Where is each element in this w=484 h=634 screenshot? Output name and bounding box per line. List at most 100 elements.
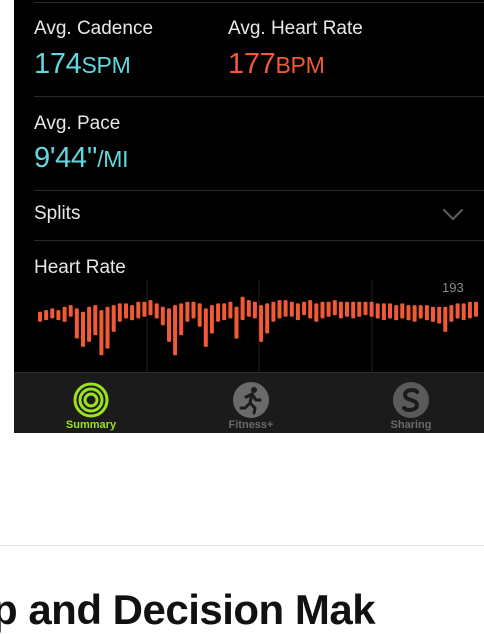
heart-rate-sample — [252, 301, 257, 319]
running-figure-icon — [233, 382, 269, 418]
heart-rate-sample — [124, 303, 128, 319]
heart-rate-sample — [44, 310, 49, 321]
heart-rate-sample — [111, 305, 116, 332]
heart-rate-sample — [154, 303, 159, 319]
article-divider — [0, 545, 484, 546]
heart-rate-sample — [209, 305, 214, 334]
heart-rate-sample — [117, 303, 122, 322]
heart-rate-sample — [265, 303, 270, 334]
splits-label: Splits — [34, 203, 81, 224]
heart-rate-sample — [203, 308, 208, 347]
heart-rate-sample — [68, 305, 73, 317]
heart-rate-sample — [50, 308, 55, 319]
heart-rate-sample — [474, 301, 478, 317]
heart-rate-sample — [431, 306, 435, 322]
avg-heart-rate-label: Avg. Heart Rate — [228, 18, 363, 39]
heart-rate-sample — [437, 306, 442, 324]
heart-rate-sample — [222, 303, 227, 321]
splits-row[interactable]: Splits — [14, 191, 484, 240]
heart-rate-sample — [302, 301, 307, 316]
heart-rate-sample — [99, 310, 104, 356]
heart-rate-sample — [375, 303, 380, 319]
heart-rate-sample — [357, 301, 362, 317]
heart-rate-sample — [136, 301, 141, 319]
heart-rate-chart-label: Heart Rate — [34, 257, 126, 278]
avg-pace-label: Avg. Pace — [34, 113, 121, 134]
heart-rate-sample — [87, 306, 92, 342]
tab-sharing-label: Sharing — [390, 419, 432, 431]
heart-rate-sample — [74, 308, 79, 339]
avg-heart-rate-value: 177BPM — [228, 48, 325, 81]
heart-rate-sample — [197, 303, 202, 327]
heart-rate-sample — [369, 301, 374, 317]
heart-rate-sample — [388, 303, 392, 319]
heart-rate-sample — [412, 305, 417, 322]
heart-rate-sample — [455, 303, 460, 319]
heart-rate-sample — [289, 301, 294, 317]
heart-rate-sample — [93, 305, 98, 336]
heart-rate-sample — [185, 301, 190, 322]
heart-rate-sample — [148, 300, 153, 316]
heart-rate-sample — [191, 301, 196, 319]
heart-rate-sample — [142, 301, 147, 317]
tab-summary-label: Summary — [65, 419, 117, 431]
heart-rate-sample — [38, 311, 42, 322]
avg-cadence-number: 174 — [34, 48, 82, 80]
article-heading: p and Decision Mak — [0, 586, 376, 633]
heart-rate-sample — [314, 303, 319, 322]
top-divider — [34, 2, 484, 3]
heart-rate-sample — [424, 305, 429, 321]
tab-bar: Summary Fitness+ Sharing — [14, 372, 484, 433]
heart-rate-sample — [400, 303, 405, 319]
heart-rate-sample — [240, 296, 245, 321]
heart-rate-sample — [338, 301, 343, 319]
tab-fitness-plus[interactable]: Fitness+ — [196, 373, 306, 433]
sharing-s-icon — [393, 382, 429, 418]
avg-pace-unit: /MI — [97, 146, 129, 172]
heart-rate-sample — [394, 305, 399, 321]
heart-rate-sample — [216, 303, 221, 322]
tab-sharing[interactable]: Sharing — [356, 373, 466, 433]
heart-rate-sample — [326, 301, 331, 317]
avg-cadence-label: Avg. Cadence — [34, 18, 154, 39]
heart-rate-sample — [271, 301, 276, 322]
heart-rate-sample — [56, 310, 61, 321]
heart-rate-sample — [167, 308, 171, 342]
heart-rate-sample — [259, 305, 264, 342]
heart-rate-sample — [62, 306, 67, 322]
heart-rate-sample — [345, 301, 349, 317]
avg-cadence-value: 174SPM — [34, 48, 131, 81]
tab-summary[interactable]: Summary — [36, 373, 146, 433]
avg-cadence-unit: SPM — [81, 52, 131, 78]
heart-rate-sample — [320, 301, 325, 319]
avg-heart-rate-number: 177 — [228, 48, 276, 80]
heart-rate-sample — [277, 300, 282, 319]
heart-rate-chart-series — [38, 296, 478, 356]
heart-rate-sample — [418, 305, 423, 319]
heart-rate-sample — [351, 301, 356, 319]
avg-pace-number: 9'44'' — [34, 142, 98, 174]
heart-rate-sample — [443, 306, 448, 332]
heart-rate-sample — [461, 303, 466, 321]
chevron-down-icon[interactable] — [442, 208, 464, 222]
heart-rate-sample — [81, 311, 85, 347]
splits-divider — [34, 240, 484, 241]
heart-rate-sample — [228, 301, 233, 319]
heart-rate-sample — [308, 300, 313, 319]
heart-rate-sample — [363, 301, 368, 316]
heart-rate-sample — [467, 301, 472, 319]
heart-rate-sample — [246, 300, 251, 317]
heart-rate-sample — [332, 300, 337, 316]
heart-rate-sample — [105, 306, 110, 349]
avg-heart-rate-unit: BPM — [275, 52, 325, 78]
workout-summary-screen: Avg. Cadence 174SPM Avg. Heart Rate 177B… — [14, 0, 484, 433]
avg-pace-value: 9'44''/MI — [34, 142, 129, 175]
heart-rate-sample — [179, 303, 184, 336]
heart-rate-chart — [38, 280, 478, 372]
heart-rate-sample — [449, 305, 454, 322]
metrics-divider-1 — [34, 96, 484, 97]
heart-rate-sample — [295, 303, 300, 321]
heart-rate-sample — [130, 305, 135, 321]
heart-rate-sample — [234, 306, 239, 339]
activity-rings-icon — [73, 382, 109, 418]
